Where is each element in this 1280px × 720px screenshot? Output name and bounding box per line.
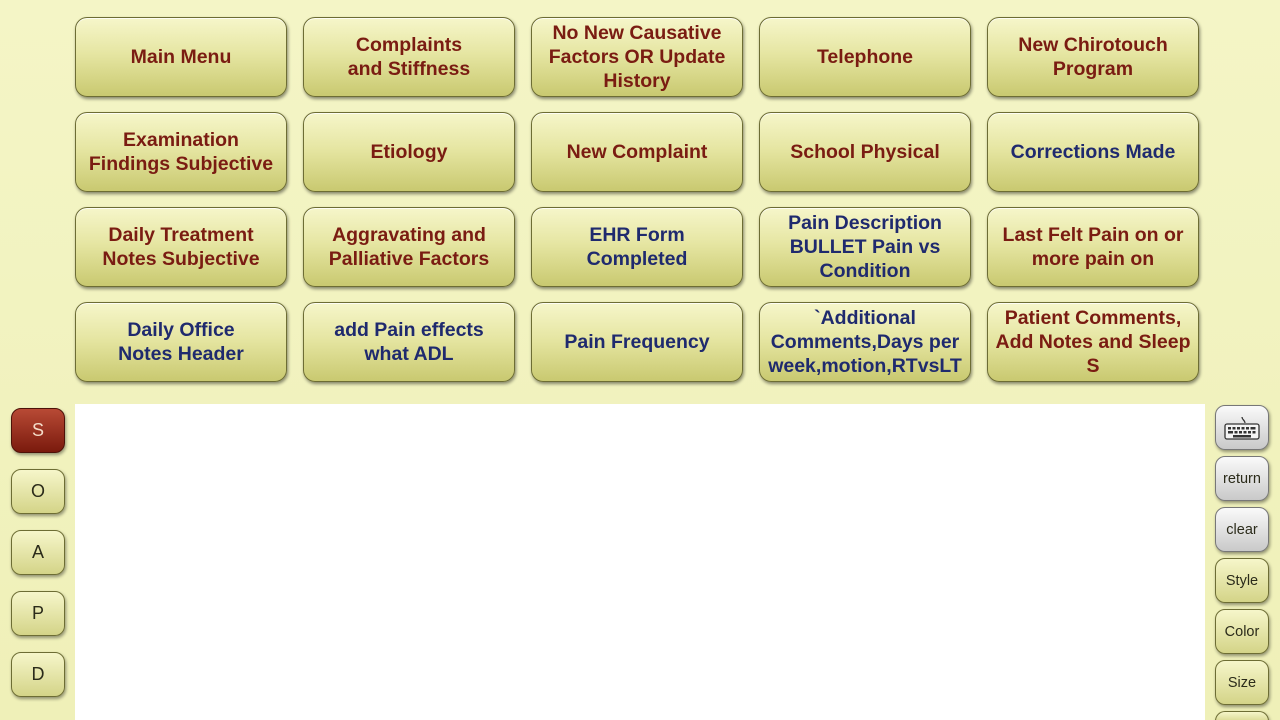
- soap-tab-o[interactable]: O: [11, 469, 65, 514]
- macro-daily-treatment-notes-button[interactable]: Daily Treatment Notes Subjective: [75, 207, 287, 287]
- keyboard-toggle-button[interactable]: [1215, 405, 1269, 450]
- editor-tool-column: return clear Style Color Size: [1215, 405, 1269, 720]
- more-tool-button[interactable]: [1215, 711, 1269, 720]
- macro-button-grid: Main Menu Complaints and Stiffness No Ne…: [75, 17, 1199, 382]
- style-button[interactable]: Style: [1215, 558, 1269, 603]
- soap-tab-p[interactable]: P: [11, 591, 65, 636]
- macro-school-physical-button[interactable]: School Physical: [759, 112, 971, 192]
- color-button[interactable]: Color: [1215, 609, 1269, 654]
- macro-aggravating-palliative-button[interactable]: Aggravating and Palliative Factors: [303, 207, 515, 287]
- macro-additional-comments-button[interactable]: `Additional Comments,Days per week,motio…: [759, 302, 971, 382]
- macro-corrections-made-button[interactable]: Corrections Made: [987, 112, 1199, 192]
- macro-etiology-button[interactable]: Etiology: [303, 112, 515, 192]
- macro-complaints-stiffness-button[interactable]: Complaints and Stiffness: [303, 17, 515, 97]
- macro-no-new-causative-factors-button[interactable]: No New Causative Factors OR Update Histo…: [531, 17, 743, 97]
- return-button[interactable]: return: [1215, 456, 1269, 501]
- macro-pain-frequency-button[interactable]: Pain Frequency: [531, 302, 743, 382]
- size-button[interactable]: Size: [1215, 660, 1269, 705]
- macro-telephone-button[interactable]: Telephone: [759, 17, 971, 97]
- note-text-editor[interactable]: [75, 404, 1205, 720]
- macro-examination-findings-button[interactable]: Examination Findings Subjective: [75, 112, 287, 192]
- macro-patient-comments-button[interactable]: Patient Comments, Add Notes and Sleep S: [987, 302, 1199, 382]
- soap-tab-column: S O A P D: [11, 408, 65, 713]
- soap-tab-d[interactable]: D: [11, 652, 65, 697]
- macro-add-pain-effects-button[interactable]: add Pain effects what ADL: [303, 302, 515, 382]
- macro-pain-description-button[interactable]: Pain Description BULLET Pain vs Conditio…: [759, 207, 971, 287]
- macro-daily-office-notes-header-button[interactable]: Daily Office Notes Header: [75, 302, 287, 382]
- macro-new-complaint-button[interactable]: New Complaint: [531, 112, 743, 192]
- app-window: Main Menu Complaints and Stiffness No Ne…: [0, 0, 1280, 720]
- keyboard-icon: [1224, 416, 1260, 440]
- macro-ehr-form-completed-button[interactable]: EHR Form Completed: [531, 207, 743, 287]
- macro-main-menu-button[interactable]: Main Menu: [75, 17, 287, 97]
- macro-new-chirotouch-program-button[interactable]: New Chirotouch Program: [987, 17, 1199, 97]
- soap-tab-s[interactable]: S: [11, 408, 65, 453]
- soap-tab-a[interactable]: A: [11, 530, 65, 575]
- clear-button[interactable]: clear: [1215, 507, 1269, 552]
- macro-last-felt-pain-button[interactable]: Last Felt Pain on or more pain on: [987, 207, 1199, 287]
